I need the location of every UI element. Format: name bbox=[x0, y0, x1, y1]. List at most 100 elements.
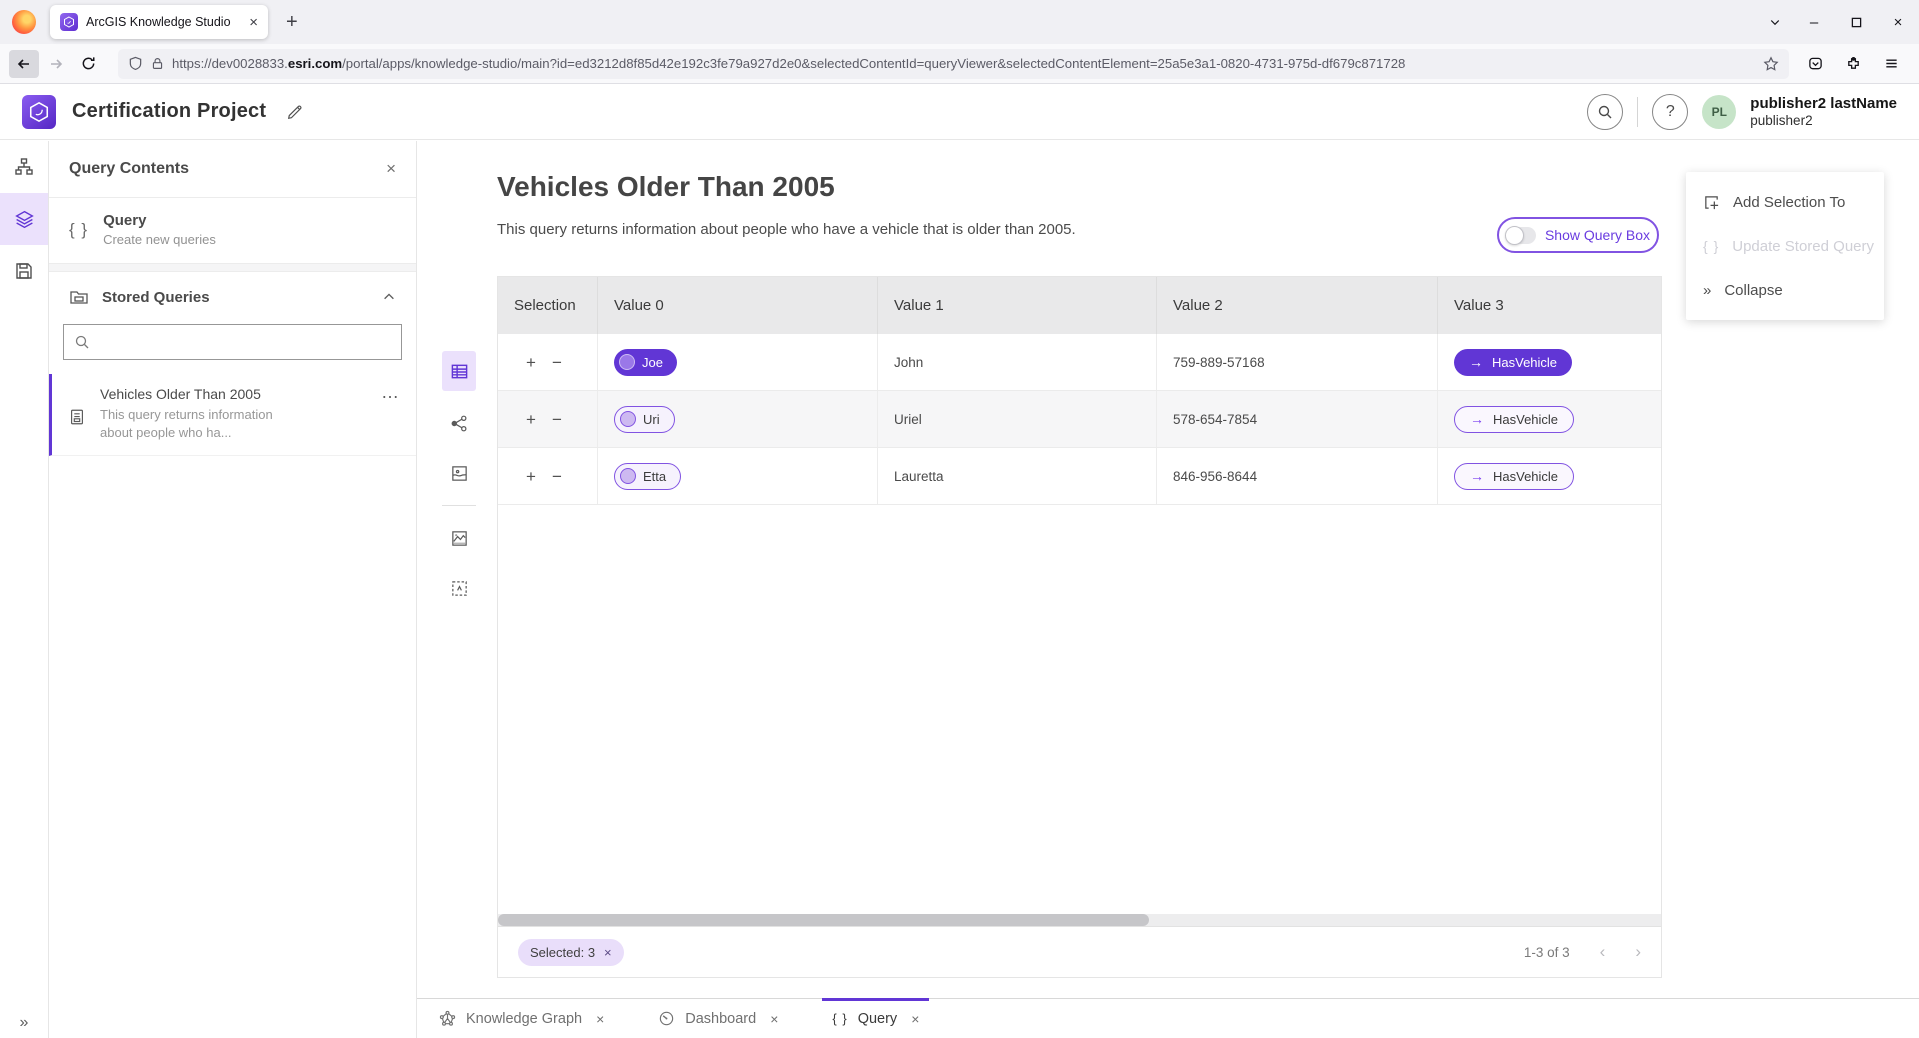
firefox-logo-icon[interactable] bbox=[12, 10, 36, 34]
chevron-up-icon[interactable] bbox=[382, 290, 396, 304]
tab-query[interactable]: { } Query × bbox=[816, 999, 935, 1038]
previous-page-icon[interactable]: ‹ bbox=[1600, 942, 1606, 962]
dashboard-gauge-icon bbox=[658, 1010, 675, 1027]
more-options-icon[interactable]: … bbox=[381, 382, 400, 403]
help-button[interactable]: ? bbox=[1652, 94, 1688, 130]
tab-dashboard[interactable]: Dashboard × bbox=[642, 999, 794, 1038]
entity-dot-icon bbox=[619, 354, 635, 370]
remove-from-selection-button[interactable]: − bbox=[552, 354, 562, 371]
expand-panel-icon[interactable]: » bbox=[0, 1014, 48, 1032]
edit-title-icon[interactable] bbox=[286, 103, 304, 121]
panel-close-icon[interactable]: × bbox=[386, 159, 396, 179]
entity-pill[interactable]: Joe bbox=[614, 349, 677, 376]
tab-close-icon[interactable]: × bbox=[911, 1011, 919, 1027]
remove-from-selection-button[interactable]: − bbox=[552, 411, 562, 428]
entity-dot-icon bbox=[620, 468, 636, 484]
relationship-pill[interactable]: →HasVehicle bbox=[1454, 463, 1574, 490]
tab-close-icon[interactable]: × bbox=[249, 14, 258, 31]
add-selection-icon bbox=[1703, 194, 1720, 211]
app-logo bbox=[22, 95, 56, 129]
new-query-item[interactable]: { } Query Create new queries bbox=[49, 198, 416, 264]
rail-contents-button[interactable] bbox=[0, 193, 48, 245]
entity-pill[interactable]: Uri bbox=[614, 406, 675, 433]
selected-count-label: Selected: 3 bbox=[530, 945, 595, 960]
add-to-selection-button[interactable]: + bbox=[526, 411, 536, 428]
table-view-button[interactable] bbox=[442, 351, 476, 391]
bookmark-star-icon[interactable] bbox=[1763, 56, 1779, 72]
tab-knowledge-graph[interactable]: Knowledge Graph × bbox=[423, 999, 620, 1038]
url-text: https://dev0028833.esri.com/portal/apps/… bbox=[172, 56, 1755, 71]
reload-button[interactable] bbox=[73, 50, 103, 78]
selection-cell: + − bbox=[498, 448, 598, 504]
forward-button[interactable] bbox=[41, 50, 71, 78]
section-divider bbox=[49, 264, 416, 272]
tab-close-icon[interactable]: × bbox=[596, 1011, 604, 1027]
table-footer: Selected: 3 × 1-3 of 3 ‹ › bbox=[498, 926, 1661, 977]
stored-query-item[interactable]: Vehicles Older Than 2005 This query retu… bbox=[49, 374, 416, 456]
table-row: + − Uri Uriel 578-654-7854 →HasVehicle bbox=[498, 391, 1661, 448]
new-tab-button[interactable]: + bbox=[286, 11, 298, 34]
add-to-selection-button[interactable]: + bbox=[526, 354, 536, 371]
document-icon bbox=[68, 408, 86, 426]
window-close-button[interactable]: × bbox=[1877, 0, 1919, 44]
stored-queries-header[interactable]: Stored Queries bbox=[49, 272, 416, 322]
table-icon bbox=[450, 362, 469, 381]
column-header-value2[interactable]: Value 2 bbox=[1157, 277, 1438, 334]
results-table: Selection Value 0 Value 1 Value 2 Value … bbox=[497, 276, 1662, 978]
column-header-value0[interactable]: Value 0 bbox=[598, 277, 878, 334]
column-header-value1[interactable]: Value 1 bbox=[878, 277, 1157, 334]
window-minimize-button[interactable]: – bbox=[1793, 0, 1835, 44]
pocket-icon[interactable] bbox=[1800, 50, 1830, 78]
value1-cell: Uriel bbox=[878, 391, 1157, 447]
arrow-right-icon: → bbox=[1470, 411, 1484, 427]
selection-tools-button[interactable] bbox=[442, 570, 476, 606]
add-to-selection-button[interactable]: + bbox=[526, 468, 536, 485]
relationship-cell: →HasVehicle bbox=[1438, 448, 1661, 504]
tab-close-icon[interactable]: × bbox=[770, 1011, 778, 1027]
scrollbar-thumb[interactable] bbox=[498, 914, 1149, 926]
relationship-pill[interactable]: →HasVehicle bbox=[1454, 406, 1574, 433]
arrow-right-icon: → bbox=[1470, 468, 1484, 484]
column-header-selection[interactable]: Selection bbox=[498, 277, 598, 334]
entity-pill[interactable]: Etta bbox=[614, 463, 681, 490]
query-description: This query returns information about peo… bbox=[497, 221, 1076, 238]
folder-icon bbox=[69, 287, 89, 307]
browser-tab[interactable]: ArcGIS Knowledge Studio × bbox=[50, 5, 268, 39]
entity-cell: Etta bbox=[598, 448, 878, 504]
toggle-switch[interactable] bbox=[1506, 227, 1536, 244]
show-query-box-toggle[interactable]: Show Query Box bbox=[1497, 217, 1659, 253]
column-header-value3[interactable]: Value 3 bbox=[1438, 277, 1661, 334]
url-bar[interactable]: https://dev0028833.esri.com/portal/apps/… bbox=[118, 49, 1789, 79]
avatar[interactable]: PL bbox=[1702, 95, 1736, 129]
value1-cell: Lauretta bbox=[878, 448, 1157, 504]
map-view-button[interactable] bbox=[442, 455, 476, 491]
relationship-pill[interactable]: →HasVehicle bbox=[1454, 349, 1572, 376]
update-stored-query-item[interactable]: { } Update Stored Query bbox=[1686, 224, 1884, 268]
project-title: Certification Project bbox=[72, 100, 266, 123]
remove-from-selection-button[interactable]: − bbox=[552, 468, 562, 485]
stored-queries-search-input[interactable] bbox=[63, 324, 402, 360]
window-maximize-button[interactable] bbox=[1835, 0, 1877, 44]
header-right: ? PL publisher2 lastName publisher2 bbox=[1587, 94, 1897, 130]
back-button[interactable] bbox=[9, 50, 39, 78]
menu-icon[interactable] bbox=[1876, 50, 1906, 78]
rail-data-model-button[interactable] bbox=[0, 141, 48, 193]
horizontal-scrollbar[interactable] bbox=[498, 914, 1661, 926]
toolbar-divider bbox=[442, 505, 476, 506]
search-button[interactable] bbox=[1587, 94, 1623, 130]
save-icon bbox=[14, 261, 34, 281]
next-page-icon[interactable]: › bbox=[1635, 942, 1641, 962]
extensions-icon[interactable] bbox=[1838, 50, 1868, 78]
link-chart-view-button[interactable] bbox=[442, 405, 476, 441]
add-selection-to-item[interactable]: Add Selection To bbox=[1686, 180, 1884, 224]
new-map-view-button[interactable] bbox=[442, 520, 476, 556]
rail-saved-button[interactable] bbox=[0, 245, 48, 297]
list-tabs-chevron-icon[interactable] bbox=[1757, 0, 1793, 44]
selected-count-chip[interactable]: Selected: 3 × bbox=[518, 939, 624, 966]
knowledge-graph-icon bbox=[439, 1010, 456, 1027]
collapse-item[interactable]: » Collapse bbox=[1686, 268, 1884, 312]
search-icon bbox=[74, 334, 90, 350]
clear-selection-icon[interactable]: × bbox=[604, 945, 612, 960]
value2-cell: 759-889-57168 bbox=[1157, 334, 1438, 390]
stored-queries-title: Stored Queries bbox=[102, 289, 369, 306]
